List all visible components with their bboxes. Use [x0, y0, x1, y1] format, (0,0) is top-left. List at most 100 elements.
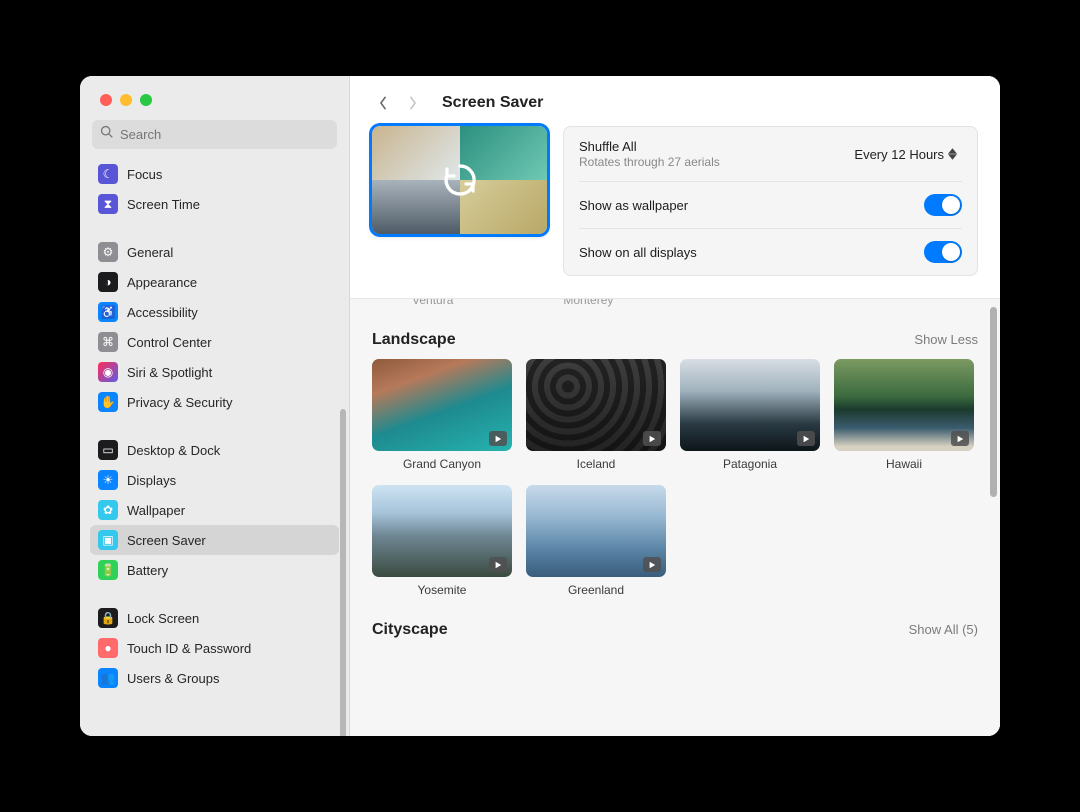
hero-row: Shuffle All Rotates through 27 aerials E… — [350, 126, 1000, 298]
sidebar-icon: ✋ — [98, 392, 118, 412]
sidebar-item-users-groups[interactable]: 👥 Users & Groups — [90, 663, 339, 693]
sidebar-item-displays[interactable]: ☀ Displays — [90, 465, 339, 495]
sidebar-icon: ◉ — [98, 362, 118, 382]
thumbnail-label: Hawaii — [834, 457, 974, 471]
sidebar-icon: ☾ — [98, 164, 118, 184]
sidebar-icon: ⌘ — [98, 332, 118, 352]
play-icon — [489, 431, 507, 446]
sidebar-label: Accessibility — [127, 305, 198, 320]
sidebar-item-screen-saver[interactable]: ▣Screen Saver — [90, 525, 339, 555]
sidebar-icon: ♿ — [98, 302, 118, 322]
sidebar-label: General — [127, 245, 173, 260]
sidebar-icon: ▭ — [98, 440, 118, 460]
sidebar-item-battery[interactable]: 🔋 Battery — [90, 555, 339, 585]
main-pane: Screen Saver Sh — [350, 76, 1000, 736]
sidebar-label: Displays — [127, 473, 176, 488]
sidebar-list: ☾ Focus ⧗ Screen Time ⚙ General ◑ Appearance ♿ Ac… — [80, 159, 349, 736]
content-scroll[interactable]: Ventura Monterey LandscapeShow LessGrand… — [350, 298, 1000, 736]
zoom-button[interactable] — [140, 94, 152, 106]
show-wallpaper-label: Show as wallpaper — [579, 198, 688, 213]
sidebar-item-touch-id-password[interactable]: ●Touch ID & Password — [90, 633, 339, 663]
sidebar-icon: 🔋 — [98, 560, 118, 580]
shuffle-interval-dropdown[interactable]: Every 12 Hours — [854, 146, 962, 162]
shuffle-preview[interactable] — [372, 126, 547, 234]
sidebar-icon: 🔒 — [98, 608, 118, 628]
sidebar-item-general[interactable]: ⚙ General — [90, 237, 339, 267]
screensaver-option[interactable]: Grand Canyon — [372, 359, 512, 471]
screensaver-option[interactable]: Hawaii — [834, 359, 974, 471]
window-controls — [80, 76, 349, 120]
settings-window: ☾ Focus ⧗ Screen Time ⚙ General ◑ Appearance ♿ Ac… — [80, 76, 1000, 736]
show-all-displays-label: Show on all displays — [579, 245, 697, 260]
topbar: Screen Saver — [350, 76, 1000, 126]
search-icon — [100, 125, 120, 144]
minimize-button[interactable] — [120, 94, 132, 106]
sidebar-icon: 👥 — [98, 668, 118, 688]
section-header: Landscape Show Less — [372, 331, 978, 349]
play-icon — [643, 557, 661, 572]
sidebar-scrollbar[interactable] — [340, 409, 346, 736]
hero-panel: Shuffle All Rotates through 27 aerials E… — [563, 126, 978, 276]
thumbnail-image — [680, 359, 820, 451]
section-header: Cityscape Show All (5) — [372, 621, 978, 639]
sidebar-item-screen-time[interactable]: ⧗ Screen Time — [90, 189, 339, 219]
sidebar-icon: ● — [98, 638, 118, 658]
sidebar-icon: ⧗ — [98, 194, 118, 214]
section-toggle[interactable]: Show All (5) — [909, 622, 978, 637]
sidebar-label: Focus — [127, 167, 162, 182]
show-all-displays-row: Show on all displays — [579, 229, 962, 275]
screensaver-option[interactable]: Iceland — [526, 359, 666, 471]
play-icon — [951, 431, 969, 446]
sidebar-label: Screen Time — [127, 197, 200, 212]
play-icon — [643, 431, 661, 446]
sidebar-label: Battery — [127, 563, 168, 578]
shuffle-row: Shuffle All Rotates through 27 aerials E… — [579, 127, 962, 182]
sidebar-item-wallpaper[interactable]: ✿ Wallpaper — [90, 495, 339, 525]
shuffle-subtitle: Rotates through 27 aerials — [579, 155, 720, 169]
show-wallpaper-toggle[interactable] — [924, 194, 962, 216]
sidebar-item-appearance[interactable]: ◑ Appearance — [90, 267, 339, 297]
sidebar-icon: ☀ — [98, 470, 118, 490]
screensaver-option[interactable]: Greenland — [526, 485, 666, 597]
sidebar-icon: ◑ — [98, 272, 118, 292]
shuffle-title: Shuffle All — [579, 139, 720, 154]
thumbnail-image — [834, 359, 974, 451]
sidebar-item-lock-screen[interactable]: 🔒 Lock Screen — [90, 603, 339, 633]
sidebar-label: Control Center — [127, 335, 212, 350]
show-all-displays-toggle[interactable] — [924, 241, 962, 263]
sidebar-item-privacy-security[interactable]: ✋ Privacy & Security — [90, 387, 339, 417]
screensaver-option[interactable]: Patagonia — [680, 359, 820, 471]
thumbnail-label: Yosemite — [372, 583, 512, 597]
sidebar-item-siri-spotlight[interactable]: ◉Siri & Spotlight — [90, 357, 339, 387]
sidebar-icon: ▣ — [98, 530, 118, 550]
sidebar-label: Appearance — [127, 275, 197, 290]
thumbnail-image — [526, 485, 666, 577]
updown-icon — [948, 146, 962, 162]
search-field[interactable] — [92, 120, 337, 149]
section-title: Cityscape — [372, 621, 448, 639]
sidebar-label: Users & Groups — [127, 671, 219, 686]
play-icon — [489, 557, 507, 572]
thumbnail-label: Patagonia — [680, 457, 820, 471]
sidebar-icon: ⚙ — [98, 242, 118, 262]
sidebar-label: Lock Screen — [127, 611, 199, 626]
sidebar-item-focus[interactable]: ☾ Focus — [90, 159, 339, 189]
sidebar-item-desktop-dock[interactable]: ▭Desktop & Dock — [90, 435, 339, 465]
section-title: Landscape — [372, 331, 456, 349]
back-button[interactable] — [372, 92, 394, 114]
page-title: Screen Saver — [442, 94, 543, 112]
sidebar-label: Wallpaper — [127, 503, 185, 518]
play-icon — [797, 431, 815, 446]
thumbnail-grid: Grand CanyonIceland Patagonia Hawaii Yosemi… — [372, 359, 978, 597]
close-button[interactable] — [100, 94, 112, 106]
sidebar-item-control-center[interactable]: ⌘ Control Center — [90, 327, 339, 357]
section-toggle[interactable]: Show Less — [914, 332, 978, 347]
search-input[interactable] — [120, 127, 329, 142]
sidebar-icon: ✿ — [98, 500, 118, 520]
sidebar: ☾ Focus ⧗ Screen Time ⚙ General ◑ Appearance ♿ Ac… — [80, 76, 350, 736]
screensaver-option[interactable]: Yosemite — [372, 485, 512, 597]
sidebar-label: Privacy & Security — [127, 395, 232, 410]
sidebar-item-accessibility[interactable]: ♿ Accessibility — [90, 297, 339, 327]
forward-button[interactable] — [402, 92, 424, 114]
content-scrollbar[interactable] — [990, 307, 997, 497]
